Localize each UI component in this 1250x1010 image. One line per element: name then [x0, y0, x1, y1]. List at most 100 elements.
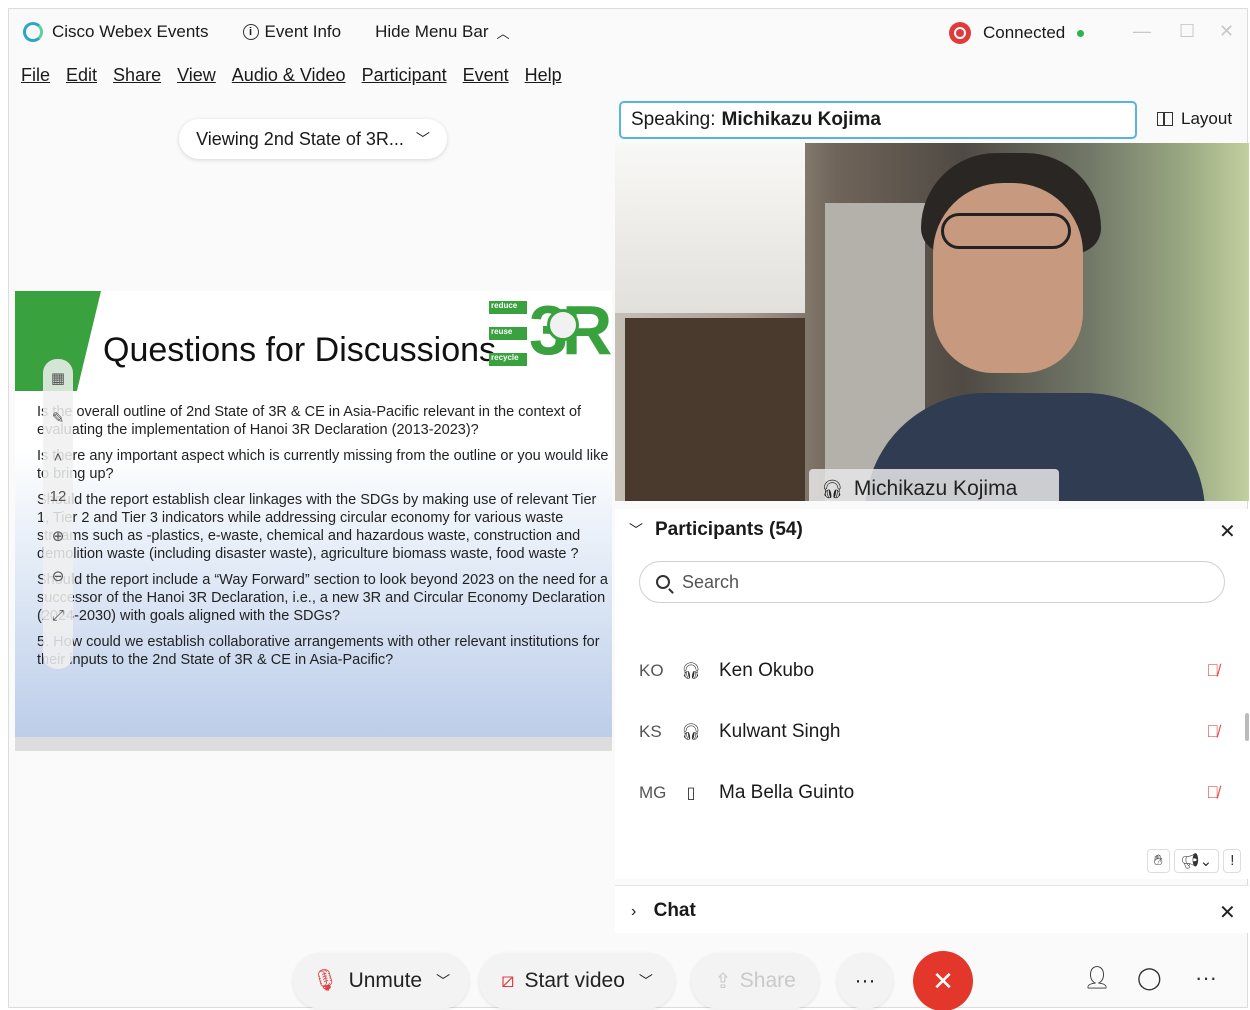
logo-tag-reuse: reuse — [489, 327, 527, 340]
globe-icon — [547, 309, 579, 341]
chevron-down-icon: ﹀ — [629, 522, 643, 538]
participant-initials: KS — [639, 722, 662, 741]
menu-share[interactable]: Share — [113, 65, 161, 86]
chat-panel-header[interactable]: › Chat ✕ — [615, 885, 1249, 933]
speaker-name: Michikazu Kojima — [721, 109, 881, 130]
share-label: Share — [739, 969, 796, 992]
close-icon: ✕ — [932, 965, 954, 996]
layout-label: Layout — [1181, 109, 1233, 128]
participant-name: Ma Bella Guinto — [719, 782, 855, 803]
app-name: Cisco Webex Events — [52, 22, 209, 41]
event-info-label: Event Info — [264, 22, 342, 41]
hide-menu-label: Hide Menu Bar — [375, 22, 489, 41]
slide-body: Is the overall outline of 2nd State of 3… — [37, 403, 609, 677]
announce-icon[interactable]: 📢︎⌄ — [1173, 849, 1220, 873]
maximize-icon[interactable]: ☐ — [1179, 21, 1195, 42]
webex-window: Cisco Webex Events i Event Info Hide Men… — [8, 8, 1249, 1010]
phone-icon: ▯ — [686, 785, 696, 802]
video-cabinet-bg — [625, 318, 805, 501]
chat-icon[interactable]: ◯ — [1137, 965, 1162, 991]
fit-screen-icon[interactable]: ⤢ — [52, 607, 64, 624]
share-icon: ⇪ — [714, 969, 732, 993]
zoom-out-icon[interactable]: ⊖ — [52, 567, 65, 585]
participant-initials: MG — [639, 783, 667, 802]
unmute-button[interactable]: 🎙︎ Unmute ﹀ — [293, 953, 469, 1009]
video-person-glasses — [941, 213, 1071, 249]
chevron-down-icon: ﹀ — [436, 973, 451, 989]
raise-hand-icon[interactable]: ✋︎ — [1147, 849, 1170, 873]
viewing-dropdown[interactable]: Viewing 2nd State of 3R... ﹀ — [179, 119, 447, 159]
participant-search-input[interactable]: Search — [639, 561, 1225, 603]
participant-tools: ✋︎ 📢︎⌄ ! — [1143, 849, 1242, 873]
chevron-down-icon: ﹀ — [638, 973, 653, 989]
recording-icon — [949, 22, 971, 44]
headset-icon: 🎧︎ — [680, 663, 702, 680]
menu-bar: File Edit Share View Audio & Video Parti… — [21, 65, 578, 86]
info-icon: i — [242, 24, 259, 40]
chat-label: Chat — [653, 900, 696, 921]
close-participants-icon[interactable]: ✕ — [1219, 519, 1236, 544]
search-placeholder: Search — [682, 571, 740, 592]
connected-dot-icon — [1077, 29, 1085, 37]
menu-help[interactable]: Help — [525, 65, 562, 86]
participant-row[interactable]: MG ▯ Ma Bella Guinto 🎙̸ — [639, 771, 1219, 815]
muted-mic-icon[interactable]: 🎙̸ — [1206, 661, 1219, 681]
speaking-label: Speaking: — [631, 109, 716, 130]
muted-mic-icon[interactable]: 🎙̸ — [1206, 783, 1219, 803]
share-button[interactable]: ⇪ Share — [691, 953, 819, 1009]
menu-audio-video[interactable]: Audio & Video — [232, 65, 346, 86]
close-window-icon[interactable]: ✕ — [1219, 21, 1234, 42]
connection-status[interactable]: Connected — [949, 22, 1085, 44]
participant-row[interactable]: KO 🎧︎ Ken Okubo 🎙̸ — [639, 649, 1219, 693]
annotation-toolbar: ▦ ✎ ˄ 12 ⊕ ⊖ ⤢ — [43, 359, 73, 669]
zoom-in-icon[interactable]: ⊕ — [52, 527, 65, 545]
page-up-icon[interactable]: ˄ — [54, 449, 63, 466]
hide-menu-bar-button[interactable]: Hide Menu Bar ︿ — [375, 22, 509, 42]
more-icon[interactable]: ! — [1223, 849, 1242, 873]
menu-participant[interactable]: Participant — [362, 65, 447, 86]
start-video-label: Start video — [524, 969, 625, 992]
shared-slide: Questions for Discussions reduce reuse r… — [15, 291, 612, 739]
thumbnails-icon[interactable]: ▦ — [51, 369, 65, 387]
slide-question-2: Is there any important aspect which is c… — [37, 448, 609, 482]
minimize-icon[interactable]: — — [1133, 21, 1151, 42]
search-icon — [656, 575, 670, 589]
participant-name: Kulwant Singh — [719, 721, 841, 742]
participants-header[interactable]: ﹀ Participants (54) — [629, 519, 803, 541]
zoom-level: 12 — [49, 488, 67, 505]
menu-view[interactable]: View — [177, 65, 216, 86]
menu-event[interactable]: Event — [463, 65, 509, 86]
slide-question-3: Should the report establish clear linkag… — [37, 492, 597, 562]
menu-edit[interactable]: Edit — [66, 65, 97, 86]
speaker-video[interactable]: 🎧︎ Michikazu Kojima — [615, 143, 1249, 501]
menu-file[interactable]: File — [21, 65, 50, 86]
viewing-label: Viewing 2nd State of 3R... — [196, 128, 404, 149]
participants-icon[interactable]: 👤︎ — [1083, 965, 1111, 991]
participants-scrollbar[interactable] — [1245, 713, 1249, 741]
chevron-up-icon: ︿ — [496, 25, 510, 41]
chat-header: › Chat — [631, 900, 696, 922]
video-off-icon: ⧄ — [501, 969, 515, 992]
end-meeting-button[interactable]: ✕ — [913, 951, 973, 1010]
participant-row[interactable]: KS 🎧︎ Kulwant Singh 🎙̸ — [639, 710, 1219, 754]
layout-icon — [1157, 112, 1173, 126]
close-chat-icon[interactable]: ✕ — [1219, 900, 1236, 925]
participants-panel: ﹀ Participants (54) ✕ Search KO 🎧︎ Ken O… — [615, 509, 1249, 879]
muted-mic-icon: 🎙︎ — [311, 969, 339, 992]
more-options-button[interactable]: ··· — [837, 953, 893, 1009]
muted-mic-icon[interactable]: 🎙̸ — [1206, 722, 1219, 742]
unmute-label: Unmute — [348, 969, 423, 992]
headset-icon: 🎧︎ — [821, 478, 844, 499]
annotate-icon[interactable]: ✎ — [52, 409, 65, 427]
headset-icon: 🎧︎ — [680, 724, 702, 741]
event-info-button[interactable]: i Event Info — [242, 22, 342, 42]
slide-question-1: Is the overall outline of 2nd State of 3… — [37, 404, 582, 438]
participants-title: Participants (54) — [655, 519, 803, 540]
more-icon[interactable]: ··· — [1195, 965, 1217, 991]
participant-initials: KO — [639, 661, 664, 680]
connection-label: Connected — [983, 23, 1066, 42]
slide-title: Questions for Discussions — [103, 331, 497, 369]
start-video-button[interactable]: ⧄ Start video ﹀ — [479, 953, 675, 1009]
layout-button[interactable]: Layout — [1157, 109, 1232, 129]
video-window-bg — [615, 143, 805, 313]
